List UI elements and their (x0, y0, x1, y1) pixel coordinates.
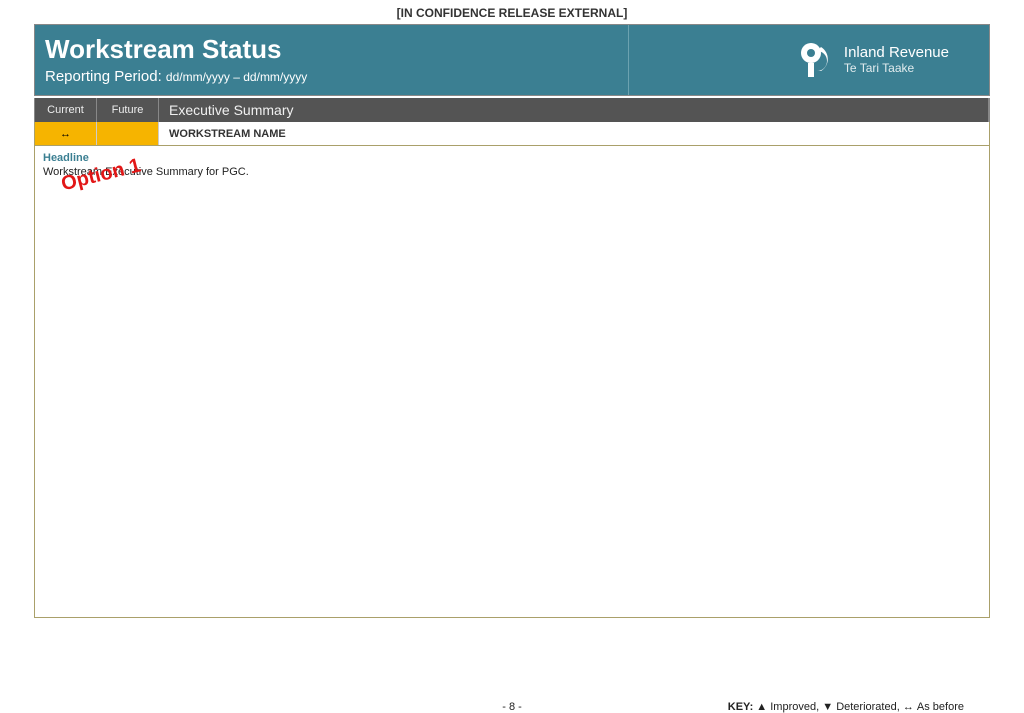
key-deteriorated: Deteriorated, (836, 701, 900, 713)
tab-executive-summary[interactable]: Executive Summary (159, 98, 989, 122)
executive-summary-text: Workstream Executive Summary for PGC. (43, 166, 981, 178)
page-title: Workstream Status (45, 35, 618, 64)
key-asbefore: As before (917, 701, 964, 713)
workstream-name-label: WORKSTREAM NAME (159, 122, 989, 145)
key-label: KEY: (728, 701, 753, 713)
period-value: dd/mm/yyyy – dd/mm/yyyy (166, 70, 307, 84)
arrow-icon: ↔ (903, 701, 914, 713)
key-improved: Improved, (770, 701, 819, 713)
content-box: Headline Workstream Executive Summary fo… (34, 146, 990, 618)
tab-current[interactable]: Current (35, 98, 97, 122)
key-legend: KEY: ▲ Improved, ▼ Deteriorated, ↔ As be… (728, 701, 964, 713)
header: Workstream Status Reporting Period: dd/m… (34, 24, 990, 96)
ir-logo-icon (798, 41, 836, 79)
page-number: - 8 - (502, 701, 522, 713)
brand-logo: Inland Revenue Te Tari Taake (798, 41, 949, 79)
workstream-row: ↔ WORKSTREAM NAME (34, 122, 990, 146)
brand-maori: Te Tari Taake (844, 62, 949, 75)
up-triangle-icon: ▲ (756, 701, 767, 713)
header-right: Inland Revenue Te Tari Taake (629, 25, 989, 95)
header-left: Workstream Status Reporting Period: dd/m… (35, 27, 628, 93)
down-triangle-icon: ▼ (822, 701, 833, 713)
reporting-period: Reporting Period: dd/mm/yyyy – dd/mm/yyy… (45, 68, 618, 85)
classification-banner: [IN CONFIDENCE RELEASE EXTERNAL] (0, 0, 1024, 24)
period-label: Reporting Period: (45, 68, 162, 85)
brand-text: Inland Revenue Te Tari Taake (844, 45, 949, 75)
status-current-cell: ↔ (35, 122, 97, 145)
tabs-row: Current Future Executive Summary (34, 98, 990, 122)
headline-label: Headline (43, 152, 981, 164)
brand-english: Inland Revenue (844, 45, 949, 62)
tab-future[interactable]: Future (97, 98, 159, 122)
status-future-cell (97, 122, 159, 145)
